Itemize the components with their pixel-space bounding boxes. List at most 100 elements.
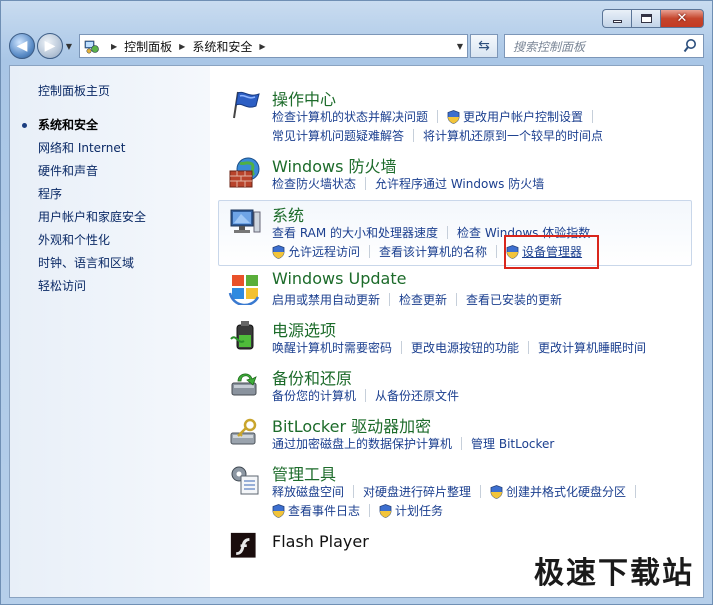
uac-shield-icon (272, 244, 285, 259)
minimize-button[interactable] (602, 9, 631, 28)
power-button-link[interactable]: 更改电源按钮的功能 (411, 339, 519, 356)
sleep-time-link[interactable]: 更改计算机睡眠时间 (538, 339, 646, 356)
admin-tools-icon (231, 466, 259, 495)
flash-player-title[interactable]: Flash Player (272, 532, 369, 551)
address-dropdown-icon[interactable]: ▼ (457, 42, 463, 51)
system-title[interactable]: 系统 (272, 202, 304, 226)
sidebar-item-user-accounts[interactable]: 用户帐户和家庭安全 (38, 206, 146, 229)
firewall-icon (229, 157, 260, 188)
link-divider (389, 293, 391, 306)
refresh-button[interactable]: ⇆ (470, 34, 498, 58)
search-placeholder: 搜索控制面板 (513, 39, 586, 54)
window: ✕ ◀ ▶ ▼ ▶ 控制面板 ▶ 系统和安全 ▶ ▼ ⇆ 搜索控制面板 控制面板… (0, 0, 713, 605)
link-divider (528, 341, 530, 354)
admin-tools-title[interactable]: 管理工具 (272, 461, 336, 485)
maximize-icon (640, 14, 652, 23)
troubleshoot-link[interactable]: 常见计算机问题疑难解答 (272, 127, 404, 144)
navigation-bar: ◀ ▶ ▼ ▶ 控制面板 ▶ 系统和安全 ▶ ▼ ⇆ 搜索控制面板 (9, 31, 704, 61)
back-arrow-icon: ◀ (16, 38, 28, 54)
backup-title[interactable]: 备份和还原 (272, 365, 352, 389)
check-status-link[interactable]: 检查计算机的状态并解决问题 (272, 108, 428, 125)
sidebar-item-network[interactable]: 网络和 Internet (38, 137, 146, 160)
backup-computer-link[interactable]: 备份您的计算机 (272, 387, 356, 404)
sidebar-item-programs[interactable]: 程序 (38, 183, 146, 206)
address-bar[interactable]: ▶ 控制面板 ▶ 系统和安全 ▶ ▼ (79, 34, 468, 58)
restore-files-link[interactable]: 从备份还原文件 (375, 387, 459, 404)
category-action-center: 操作中心 检查计算机的状态并解决问题 更改用户帐户控制设置 常见计算机问题疑难解… (224, 86, 696, 146)
encrypt-data-link[interactable]: 通过加密磁盘上的数据保护计算机 (272, 435, 452, 452)
link-divider (592, 110, 594, 123)
back-button[interactable]: ◀ (9, 33, 35, 59)
sidebar-item-system-security[interactable]: 系统和安全 (21, 114, 146, 137)
action-center-title[interactable]: 操作中心 (272, 86, 336, 110)
breadcrumb-control-panel[interactable]: 控制面板 (124, 38, 172, 55)
forward-arrow-icon: ▶ (44, 38, 56, 54)
bitlocker-icon (230, 418, 257, 445)
search-icon[interactable] (683, 38, 697, 54)
forward-button[interactable]: ▶ (37, 33, 63, 59)
wake-password-link[interactable]: 唤醒计算机时需要密码 (272, 339, 392, 356)
link-divider (635, 485, 637, 498)
link-divider (461, 437, 463, 450)
auto-update-link[interactable]: 启用或禁用自动更新 (272, 291, 380, 308)
power-options-icon (230, 321, 254, 350)
sidebar-home-link[interactable]: 控制面板主页 (38, 82, 110, 99)
chevron-down-icon: ▼ (65, 41, 73, 51)
firewall-title[interactable]: Windows 防火墙 (272, 153, 397, 177)
bitlocker-row1: 通过加密磁盘上的数据保护计算机 管理 BitLocker (272, 435, 554, 452)
admin-tools-row1: 释放磁盘空间 对硬盘进行碎片整理 创建并格式化硬盘分区 (272, 483, 645, 500)
action-center-row2: 常见计算机问题疑难解答 将计算机还原到一个较早的时间点 (272, 127, 603, 144)
link-divider (413, 129, 415, 142)
breadcrumb-separator[interactable]: ▶ (259, 42, 265, 51)
sidebar-item-appearance[interactable]: 外观和个性化 (38, 229, 146, 252)
computer-name-link[interactable]: 查看该计算机的名称 (379, 243, 487, 260)
sidebar: 控制面板主页 系统和安全 网络和 Internet 硬件和声音 程序 用户帐户和… (10, 66, 210, 597)
windows-update-title[interactable]: Windows Update (272, 269, 406, 288)
uac-settings-link[interactable]: 更改用户帐户控制设置 (463, 108, 583, 125)
link-divider (365, 177, 367, 190)
sidebar-item-ease-of-access[interactable]: 轻松访问 (38, 275, 146, 298)
partition-link[interactable]: 创建并格式化硬盘分区 (506, 483, 626, 500)
system-restore-link[interactable]: 将计算机还原到一个较早的时间点 (423, 127, 603, 144)
sidebar-item-hardware-sound[interactable]: 硬件和声音 (38, 160, 146, 183)
task-scheduler-link[interactable]: 计划任务 (395, 502, 443, 519)
control-panel-icon (84, 40, 99, 54)
close-button[interactable]: ✕ (660, 9, 704, 28)
sidebar-item-clock-language[interactable]: 时钟、语言和区域 (38, 252, 146, 275)
breadcrumb-system-security[interactable]: 系统和安全 (192, 38, 252, 55)
check-updates-link[interactable]: 检查更新 (399, 291, 447, 308)
backup-icon (231, 373, 257, 396)
search-input[interactable]: 搜索控制面板 (504, 34, 704, 58)
uac-shield-icon (447, 109, 460, 124)
installed-updates-link[interactable]: 查看已安装的更新 (466, 291, 562, 308)
breadcrumb-separator[interactable]: ▶ (179, 42, 185, 51)
power-title[interactable]: 电源选项 (272, 317, 336, 341)
link-divider (480, 485, 482, 498)
admin-tools-row2: 查看事件日志 计划任务 (272, 502, 443, 519)
breadcrumb-separator[interactable]: ▶ (111, 42, 117, 51)
system-icon (230, 209, 261, 233)
recent-pages-dropdown[interactable]: ▼ (63, 42, 75, 51)
allow-program-link[interactable]: 允许程序通过 Windows 防火墙 (375, 175, 544, 192)
disk-cleanup-link[interactable]: 释放磁盘空间 (272, 483, 344, 500)
event-log-link[interactable]: 查看事件日志 (288, 502, 360, 519)
backup-row1: 备份您的计算机 从备份还原文件 (272, 387, 459, 404)
category-system: 系统 查看 RAM 的大小和处理器速度 检查 Windows 体验指数 允许远程… (224, 202, 696, 264)
defragment-link[interactable]: 对硬盘进行碎片整理 (363, 483, 471, 500)
category-windows-update: Windows Update 启用或禁用自动更新 检查更新 查看已安装的更新 (224, 269, 696, 309)
sidebar-list: 系统和安全 网络和 Internet 硬件和声音 程序 用户帐户和家庭安全 外观… (21, 114, 146, 298)
category-firewall: Windows 防火墙 检查防火墙状态 允许程序通过 Windows 防火墙 (224, 153, 696, 193)
link-divider (353, 485, 355, 498)
bitlocker-title[interactable]: BitLocker 驱动器加密 (272, 413, 431, 437)
firewall-row1: 检查防火墙状态 允许程序通过 Windows 防火墙 (272, 175, 544, 192)
remote-access-link[interactable]: 允许远程访问 (288, 243, 360, 260)
view-ram-link[interactable]: 查看 RAM 的大小和处理器速度 (272, 224, 438, 241)
firewall-status-link[interactable]: 检查防火墙状态 (272, 175, 356, 192)
flash-player-icon (230, 532, 256, 558)
uac-shield-icon (490, 484, 503, 499)
link-divider (447, 226, 449, 239)
maximize-button[interactable] (631, 9, 660, 28)
manage-bitlocker-link[interactable]: 管理 BitLocker (471, 435, 554, 452)
watermark: 极速下载站 (534, 556, 694, 591)
uac-shield-icon (379, 503, 392, 518)
